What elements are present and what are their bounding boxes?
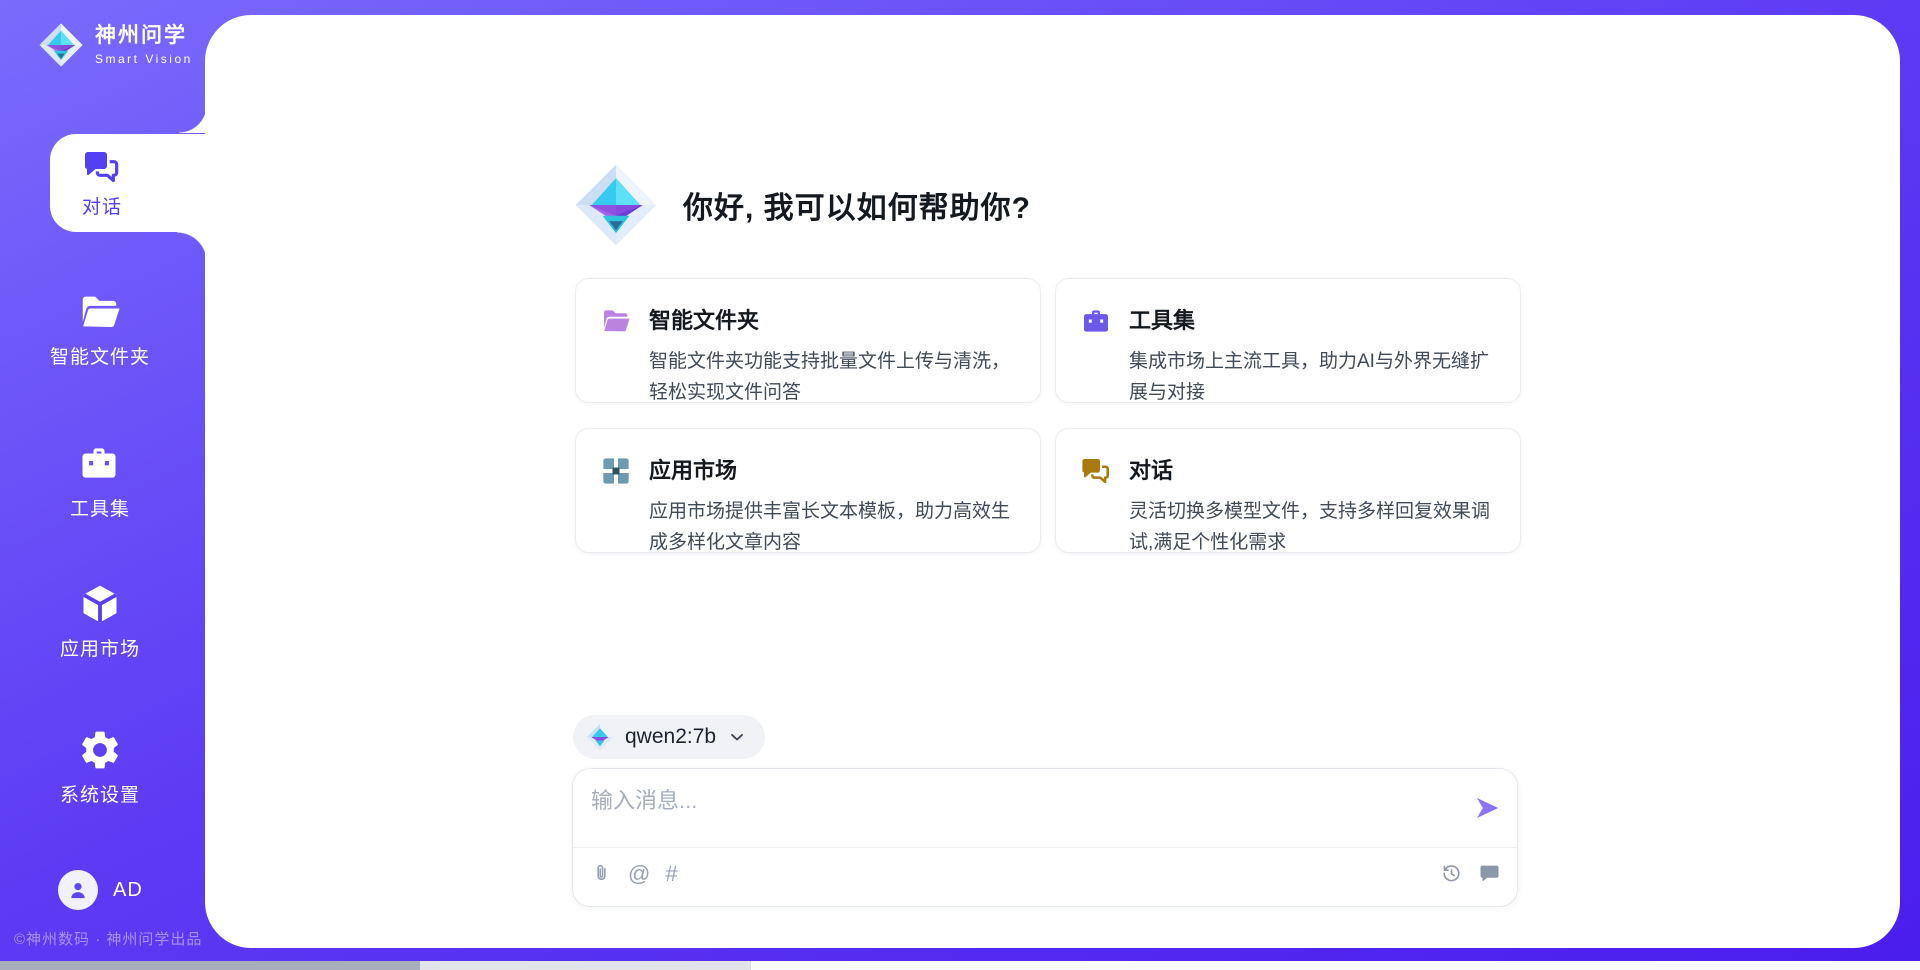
scrollbar-thumb[interactable] [0, 961, 420, 970]
sidebar-item-label: 对话 [82, 192, 122, 219]
user-menu[interactable]: AD [58, 870, 143, 910]
card-description: 智能文件夹功能支持批量文件上传与清洗，轻松实现文件问答 [649, 346, 1016, 408]
main-panel: 你好, 我可以如何帮助你? 智能文件夹 智能文件夹功能支持批量文件上传与清洗，轻… [205, 15, 1900, 948]
card-title: 应用市场 [649, 453, 1016, 485]
toolbox-icon [1080, 305, 1112, 337]
cube-icon [77, 581, 123, 627]
horizontal-scrollbar[interactable] [0, 961, 1920, 970]
sidebar-item-settings[interactable]: 系统设置 [0, 727, 200, 807]
card-title: 工具集 [1129, 303, 1496, 335]
gear-icon [77, 727, 123, 773]
folder-icon [600, 305, 632, 337]
scrollbar-track-end [750, 961, 1920, 970]
feature-cards: 智能文件夹 智能文件夹功能支持批量文件上传与清洗，轻松实现文件问答 工具集 集成… [575, 278, 1521, 553]
message-input[interactable] [591, 783, 1451, 841]
card-description: 应用市场提供丰富长文本模板，助力高效生成多样化文章内容 [649, 496, 1016, 558]
model-selector[interactable]: qwen2:7b [573, 715, 765, 759]
sidebar-item-label: 应用市场 [60, 634, 140, 661]
sidebar-item-smart-folder[interactable]: 智能文件夹 [0, 289, 200, 369]
message-composer: @ # [572, 768, 1518, 907]
hashtag-icon[interactable]: # [665, 862, 677, 885]
composer-tools-left: @ # [590, 862, 678, 885]
sidebar-item-chat[interactable]: 对话 [50, 134, 210, 232]
brand-logo: 神州问学 Smart Vision [38, 22, 193, 68]
feedback-icon[interactable] [1478, 862, 1501, 885]
chat-icon [82, 147, 122, 187]
sidebar-footer-credit: ©神州数码 · 神州问学出品 [14, 928, 202, 949]
composer-divider [573, 847, 1517, 848]
card-title: 智能文件夹 [649, 303, 1016, 335]
history-icon[interactable] [1440, 862, 1463, 885]
brand-name: 神州问学 [95, 24, 193, 48]
card-toolset[interactable]: 工具集 集成市场上主流工具，助力AI与外界无缝扩展与对接 [1055, 278, 1521, 403]
toolbox-icon [77, 441, 123, 487]
card-app-market[interactable]: 应用市场 应用市场提供丰富长文本模板，助力高效生成多样化文章内容 [575, 428, 1041, 553]
composer-tools-right [1440, 862, 1501, 885]
grid-icon [600, 455, 632, 487]
sidebar-item-label: 系统设置 [60, 780, 140, 807]
card-smart-folder[interactable]: 智能文件夹 智能文件夹功能支持批量文件上传与清洗，轻松实现文件问答 [575, 278, 1041, 403]
user-initials: AD [113, 879, 143, 902]
greeting-title: 你好, 我可以如何帮助你? [683, 183, 1031, 227]
tab-curve-top [179, 105, 207, 133]
model-name: qwen2:7b [625, 725, 716, 749]
brand-tagline: Smart Vision [95, 52, 193, 66]
card-description: 集成市场上主流工具，助力AI与外界无缝扩展与对接 [1129, 346, 1496, 408]
chat-icon [1080, 455, 1112, 487]
sidebar-item-toolset[interactable]: 工具集 [0, 441, 200, 521]
card-title: 对话 [1129, 453, 1496, 485]
chevron-down-icon [727, 727, 747, 747]
card-description: 灵活切换多模型文件，支持多样回复效果调试,满足个性化需求 [1129, 496, 1496, 558]
mention-icon[interactable]: @ [628, 862, 650, 885]
sidebar-item-app-market[interactable]: 应用市场 [0, 581, 200, 661]
send-icon[interactable] [1472, 793, 1502, 823]
folder-icon [77, 289, 123, 335]
model-diamond-icon [586, 723, 614, 751]
assistant-diamond-icon [573, 162, 659, 248]
card-chat[interactable]: 对话 灵活切换多模型文件，支持多样回复效果调试,满足个性化需求 [1055, 428, 1521, 553]
sidebar-item-label: 工具集 [70, 494, 130, 521]
brand-diamond-icon [38, 22, 84, 68]
sidebar-item-label: 智能文件夹 [50, 342, 150, 369]
avatar [58, 870, 98, 910]
attachment-icon[interactable] [590, 862, 613, 885]
greeting-block: 你好, 我可以如何帮助你? [573, 162, 1031, 248]
tab-curve-bottom [177, 232, 207, 262]
